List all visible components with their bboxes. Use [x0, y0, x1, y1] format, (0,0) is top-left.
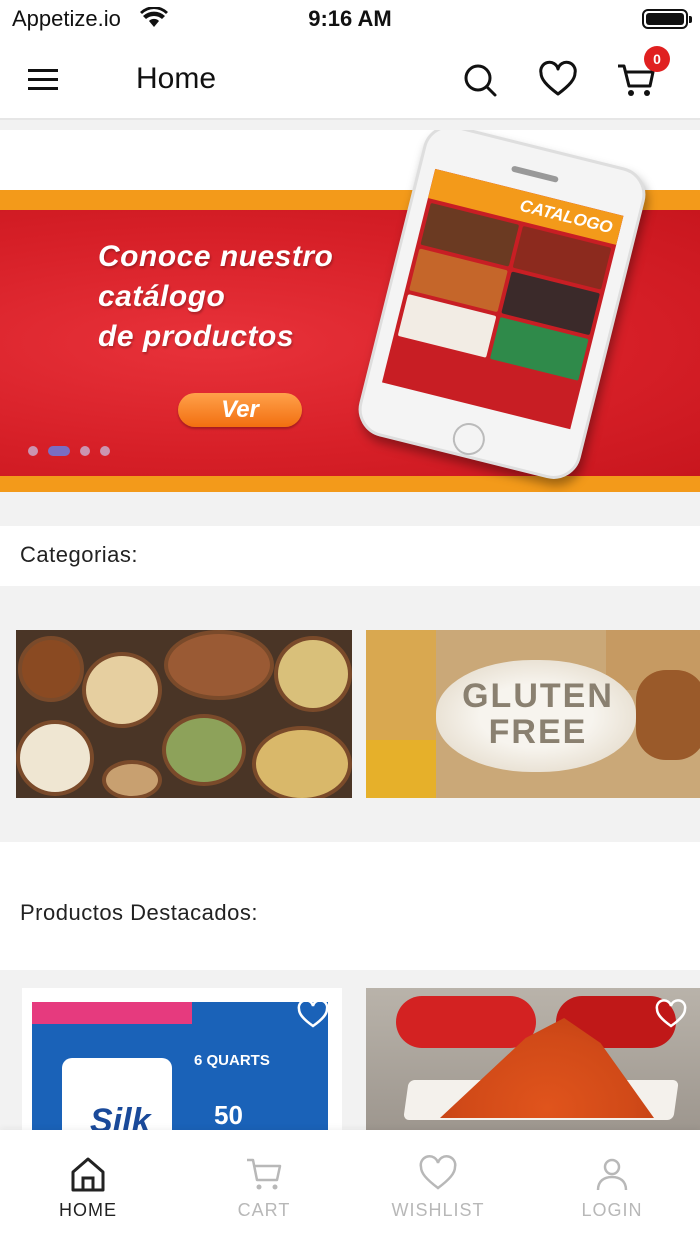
hamburger-icon: [28, 69, 58, 90]
wishlist-button[interactable]: [536, 58, 580, 102]
nav-login[interactable]: LOGIN: [552, 1154, 672, 1221]
nav-wishlist[interactable]: WISHLIST: [378, 1154, 498, 1221]
user-icon: [596, 1158, 628, 1191]
product-favorite-button[interactable]: [296, 998, 330, 1030]
promo-banner[interactable]: Conoce nuestro catálogo de productos Ver…: [0, 130, 700, 492]
banner-headline-line-3: de productos: [98, 320, 295, 353]
category-gluten-free[interactable]: GLUTEN FREE: [366, 630, 700, 798]
menu-button[interactable]: [22, 62, 66, 98]
carousel-dot-active[interactable]: [48, 446, 70, 456]
carousel-dot[interactable]: [80, 446, 90, 456]
nav-cart-label: CART: [237, 1200, 291, 1220]
banner-headline-line-1: Conoce nuestro: [98, 240, 334, 273]
status-time: 9:16 AM: [308, 6, 392, 31]
cart-button[interactable]: 0: [614, 46, 670, 102]
silk-quarts-text: 6 QUARTS: [194, 1052, 270, 1069]
page-title: Home: [136, 62, 217, 95]
home-icon: [71, 1157, 105, 1192]
nav-wishlist-label: WISHLIST: [391, 1200, 485, 1220]
silk-percent-text: 50: [214, 1100, 243, 1130]
nav-home[interactable]: HOME: [28, 1154, 148, 1221]
cart-icon: [247, 1158, 282, 1190]
carousel-dot[interactable]: [100, 446, 110, 456]
search-button[interactable]: [458, 58, 502, 102]
banner-stripe-bottom: [0, 476, 700, 492]
search-icon: [464, 64, 497, 97]
categories-header: Categorias:: [0, 526, 700, 586]
categories-title: Categorias:: [20, 542, 139, 567]
product-image-silk: 6 QUARTS 50 Silk: [32, 1002, 328, 1138]
carousel-indicator: [28, 446, 110, 456]
nav-home-label: HOME: [59, 1200, 117, 1220]
featured-title: Productos Destacados:: [20, 900, 258, 925]
product-favorite-button[interactable]: [654, 998, 688, 1030]
heart-icon: [419, 1155, 457, 1190]
app-bar: Home 0: [0, 40, 700, 120]
heart-icon: [655, 999, 687, 1028]
heart-icon: [539, 60, 577, 96]
banner-headline-line-2: catálogo: [98, 280, 226, 313]
heart-icon: [297, 999, 329, 1028]
carousel-dot[interactable]: [28, 446, 38, 456]
featured-header: Productos Destacados:: [0, 842, 700, 970]
bottom-navigation: HOME CART WISHLIST LOGIN: [0, 1130, 700, 1244]
product-card-silk[interactable]: 6 QUARTS 50 Silk: [22, 988, 342, 1138]
product-card-spice[interactable]: [366, 988, 700, 1138]
nav-login-label: LOGIN: [581, 1200, 643, 1220]
nav-cart[interactable]: CART: [204, 1154, 324, 1221]
category-nuts[interactable]: [16, 630, 352, 798]
ver-button[interactable]: Ver: [178, 393, 302, 427]
cart-badge: 0: [644, 46, 670, 72]
battery-icon: [642, 9, 692, 29]
gluten-free-image-text: GLUTEN FREE: [462, 677, 614, 751]
status-bar: Appetize.io 9:16 AM: [0, 0, 700, 40]
